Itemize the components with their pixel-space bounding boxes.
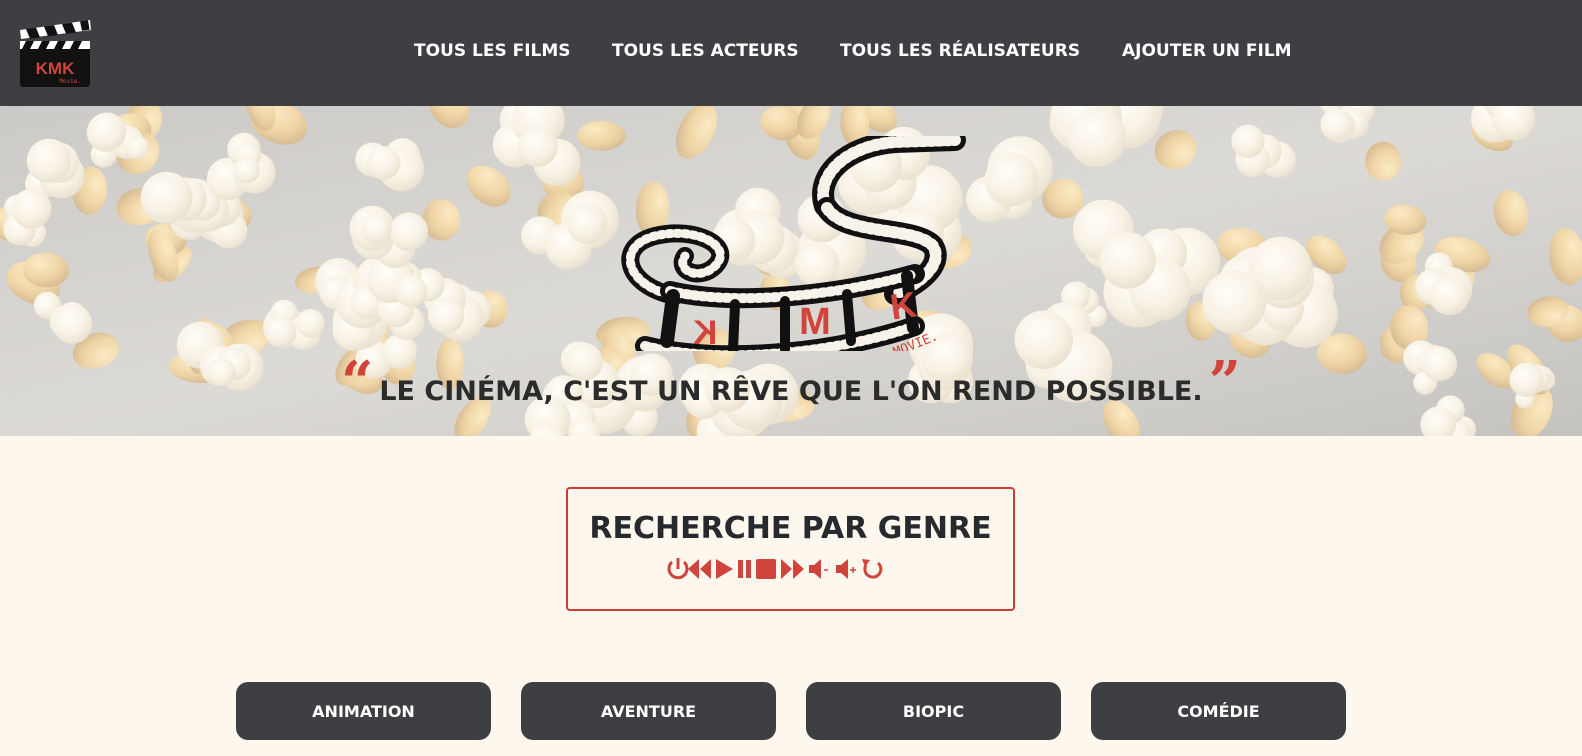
genre-button-aventure[interactable]: AVENTURE: [521, 682, 776, 740]
hero-banner: K M K MOVIE. “LE CINÉMA, C'EST UN RÊVE Q…: [0, 106, 1582, 436]
hero-quote: “LE CINÉMA, C'EST UN RÊVE QUE L'ON REND …: [0, 349, 1582, 415]
genre-button-biopic[interactable]: BIOPIC: [806, 682, 1061, 740]
media-controls: [667, 558, 882, 580]
navbar: KMK Movie. TOUS LES FILMS TOUS LES ACTEU…: [0, 0, 1582, 106]
power-icon[interactable]: [667, 558, 688, 580]
nav-all-actors-link[interactable]: TOUS LES ACTEURS: [612, 41, 799, 61]
nav-links: TOUS LES FILMS TOUS LES ACTEURS TOUS LES…: [0, 0, 1582, 106]
volume-down-icon[interactable]: [808, 559, 828, 579]
hero-quote-text: LE CINÉMA, C'EST UN RÊVE QUE L'ON REND P…: [379, 376, 1203, 407]
genre-button-comedie[interactable]: COMÉDIE: [1091, 682, 1346, 740]
volume-up-icon[interactable]: [835, 559, 856, 579]
kmk-film-strip-logo-icon: K M K MOVIE.: [621, 136, 966, 351]
nav-all-films-link[interactable]: TOUS LES FILMS: [414, 41, 571, 61]
genre-button-animation[interactable]: ANIMATION: [236, 682, 491, 740]
quote-close-icon: ”: [1208, 349, 1241, 415]
genre-search-box: RECHERCHE PAR GENRE: [566, 487, 1015, 611]
hero-logo-letter-m: M: [799, 301, 831, 343]
nav-add-film-link[interactable]: AJOUTER UN FILM: [1122, 41, 1292, 61]
nav-all-directors-link[interactable]: TOUS LES RÉALISATEURS: [840, 41, 1080, 61]
fast-forward-icon[interactable]: [780, 559, 804, 579]
genre-search-title: RECHERCHE PAR GENRE: [589, 511, 992, 546]
hero-logo-letter-k1: K: [692, 314, 717, 351]
quote-open-icon: “: [341, 349, 374, 415]
stop-icon[interactable]: [755, 559, 776, 579]
play-icon[interactable]: [715, 559, 733, 579]
rewind-icon[interactable]: [687, 559, 711, 579]
pause-icon[interactable]: [737, 560, 751, 578]
replay-icon[interactable]: [861, 559, 882, 579]
